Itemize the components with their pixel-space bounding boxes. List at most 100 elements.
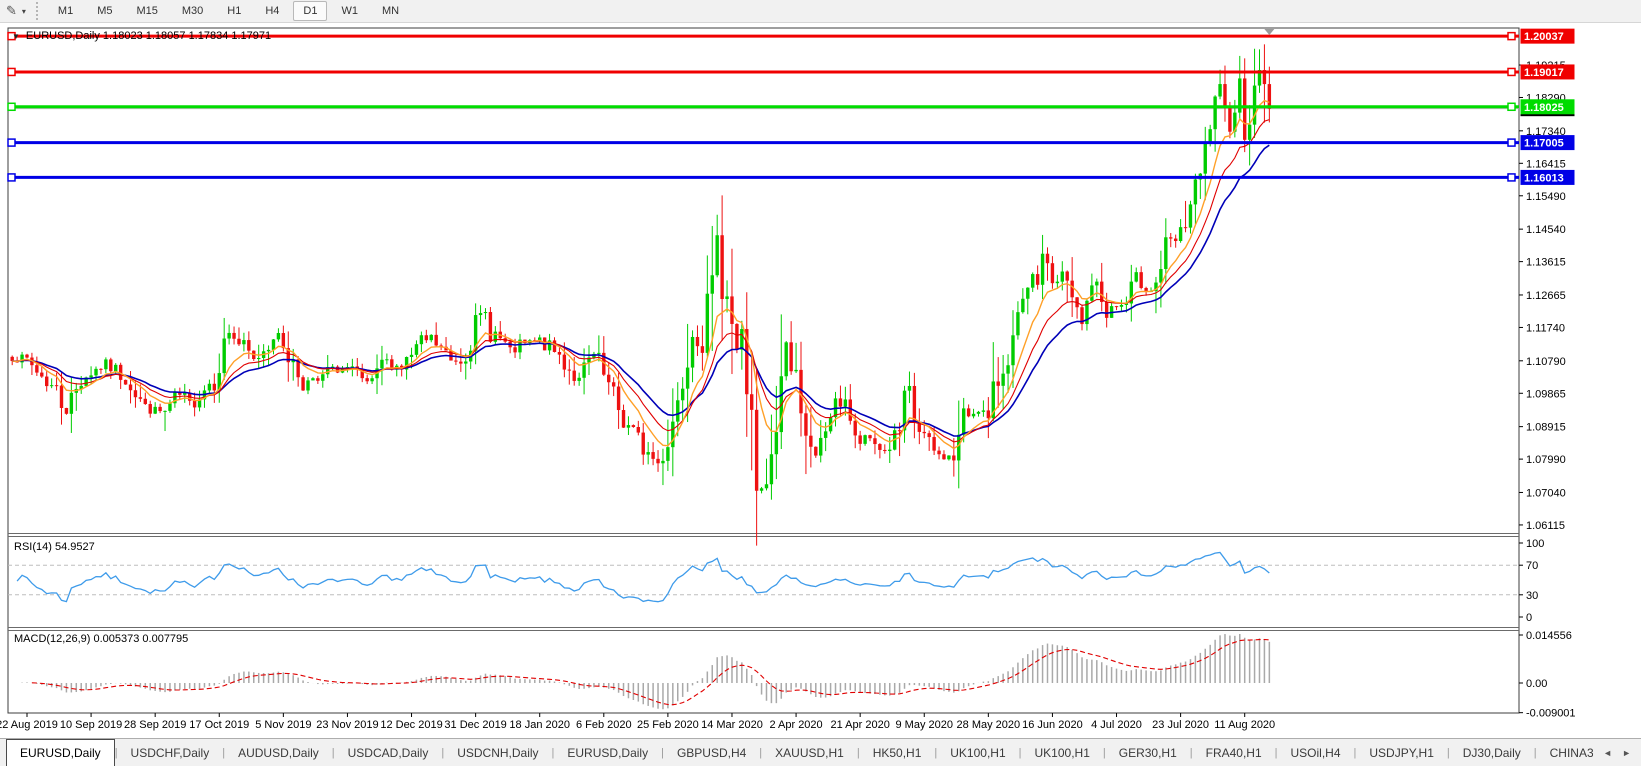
candle-body — [986, 410, 991, 419]
timeframe-button-w1[interactable]: W1 — [331, 1, 368, 21]
chart-tab-13[interactable]: USOil,H4 — [1278, 739, 1354, 766]
candle-body — [1228, 105, 1232, 132]
candle-body — [227, 332, 231, 339]
candle-body — [1040, 253, 1045, 285]
line-handle[interactable] — [7, 102, 16, 112]
line-price-badge-text: 1.19017 — [1524, 67, 1564, 79]
timeframe-button-h4[interactable]: H4 — [255, 1, 289, 21]
candle-body — [572, 370, 576, 381]
candle-body — [35, 365, 39, 373]
candle-body — [114, 364, 118, 372]
date-tick-label: 31 Dec 2019 — [444, 719, 506, 731]
price-tick-label: 1.13615 — [1526, 257, 1566, 269]
candle-body — [868, 435, 872, 439]
chart-tab-12[interactable]: FRA40,H1 — [1193, 739, 1275, 766]
date-tick-label: 21 Apr 2020 — [830, 719, 889, 731]
date-tick-label: 2 Apr 2020 — [769, 719, 822, 731]
timeframe-button-mn[interactable]: MN — [372, 1, 409, 21]
chart-tab-9[interactable]: UK100,H1 — [937, 739, 1018, 766]
candle-body — [784, 342, 788, 377]
candle-body — [1188, 204, 1193, 228]
line-price-badge-text: 1.16013 — [1524, 172, 1564, 184]
date-tick-label: 11 Aug 2020 — [1214, 719, 1275, 731]
timeframe-button-m5[interactable]: M5 — [87, 1, 122, 21]
candle-body — [552, 340, 557, 353]
date-tick-label: 23 Jul 2020 — [1152, 719, 1209, 731]
timeframe-button-d1[interactable]: D1 — [293, 1, 328, 21]
date-tick-label: 28 May 2020 — [957, 719, 1021, 731]
timeframe-button-m1[interactable]: M1 — [48, 1, 83, 21]
macd-indicator-label: MACD(12,26,9) 0.005373 0.007795 — [14, 633, 189, 645]
candle-body — [1050, 263, 1055, 284]
candle-body — [365, 378, 369, 382]
chart-tab-11[interactable]: GER30,H1 — [1106, 739, 1190, 766]
chart-tab-10[interactable]: UK100,H1 — [1022, 739, 1103, 766]
chart-tab-3[interactable]: USDCAD,Daily — [335, 739, 442, 766]
candle-body — [454, 360, 458, 362]
candle-body — [104, 359, 108, 370]
tab-scroll-left-icon[interactable]: ◄ — [1603, 748, 1612, 758]
line-price-badge-text: 1.20037 — [1524, 31, 1564, 43]
rsi-axis-label: 0 — [1526, 612, 1532, 624]
mt4-window: 1.192151.182901.173401.164151.154901.145… — [0, 0, 1641, 766]
candle-body — [735, 323, 739, 350]
candle-body — [163, 410, 167, 412]
candle-body — [562, 354, 567, 370]
candle-body — [1159, 269, 1163, 283]
candle-body — [45, 376, 49, 387]
candle-body — [370, 378, 374, 382]
chart-tab-8[interactable]: HK50,H1 — [860, 739, 935, 766]
line-handle[interactable] — [7, 173, 16, 182]
line-handle[interactable] — [1507, 31, 1516, 41]
chart-tab-2[interactable]: AUDUSD,Daily — [225, 739, 332, 766]
date-tick-label: 14 Mar 2020 — [701, 719, 763, 731]
date-tick-label: 4 Jul 2020 — [1091, 719, 1142, 731]
timeframe-button-m15[interactable]: M15 — [126, 1, 167, 21]
candle-body — [730, 296, 734, 324]
chart-tab-6[interactable]: GBPUSD,H4 — [664, 739, 759, 766]
candle-body — [257, 357, 261, 360]
candle-body — [922, 431, 926, 434]
candle-body — [1139, 272, 1143, 288]
candle-body — [385, 359, 389, 361]
chart-tab-15[interactable]: DJ30,Daily — [1450, 739, 1534, 766]
tab-scroll-right-icon[interactable]: ► — [1622, 748, 1631, 758]
candle-body — [148, 404, 152, 414]
chart-tab-0[interactable]: EURUSD,Daily — [6, 739, 115, 766]
candle-body — [838, 398, 843, 407]
candle-body — [99, 368, 103, 370]
candle-body — [740, 329, 744, 350]
candle-body — [434, 334, 438, 346]
line-handle[interactable] — [1507, 102, 1516, 112]
candle-body — [961, 408, 966, 435]
candle-body — [1090, 285, 1094, 301]
line-tool-button[interactable]: ✎ ▾ — [0, 3, 32, 19]
candle-body — [912, 385, 917, 423]
candle-body — [153, 406, 157, 414]
candle-body — [1243, 78, 1247, 140]
chart-tab-4[interactable]: USDCNH,Daily — [444, 739, 551, 766]
candle-body — [1223, 84, 1227, 106]
chart-tab-14[interactable]: USDJPY,H1 — [1356, 739, 1446, 766]
timeframe-button-h1[interactable]: H1 — [217, 1, 251, 21]
chart-tab-7[interactable]: XAUUSD,H1 — [762, 739, 857, 766]
candle-body — [1193, 179, 1198, 205]
chart-tab-1[interactable]: USDCHF,Daily — [118, 739, 223, 766]
chart-tab-16[interactable]: CHINA300,H1 — [1537, 739, 1594, 766]
date-tick-label: 16 Jun 2020 — [1022, 719, 1083, 731]
candle-body — [1218, 84, 1222, 97]
line-handle[interactable] — [7, 138, 16, 147]
price-tick-label: 1.06115 — [1526, 520, 1565, 532]
line-handle[interactable] — [7, 67, 16, 77]
chart-dropdown-icon[interactable]: ▼ — [12, 32, 20, 41]
line-handle[interactable] — [1507, 138, 1516, 147]
chart-tab-5[interactable]: EURUSD,Daily — [554, 739, 661, 766]
candle-body — [1045, 253, 1050, 264]
chart-canvas[interactable]: 1.192151.182901.173401.164151.154901.145… — [0, 0, 1641, 766]
candle-body — [873, 438, 877, 445]
line-handle[interactable] — [1507, 173, 1516, 182]
macd-axis-label: 0.00 — [1526, 678, 1547, 690]
timeframe-button-m30[interactable]: M30 — [172, 1, 213, 21]
line-handle[interactable] — [1507, 67, 1516, 77]
timeframe-strip: M1 M5 M15 M30 H1 H4 D1 W1 MN — [46, 0, 411, 22]
